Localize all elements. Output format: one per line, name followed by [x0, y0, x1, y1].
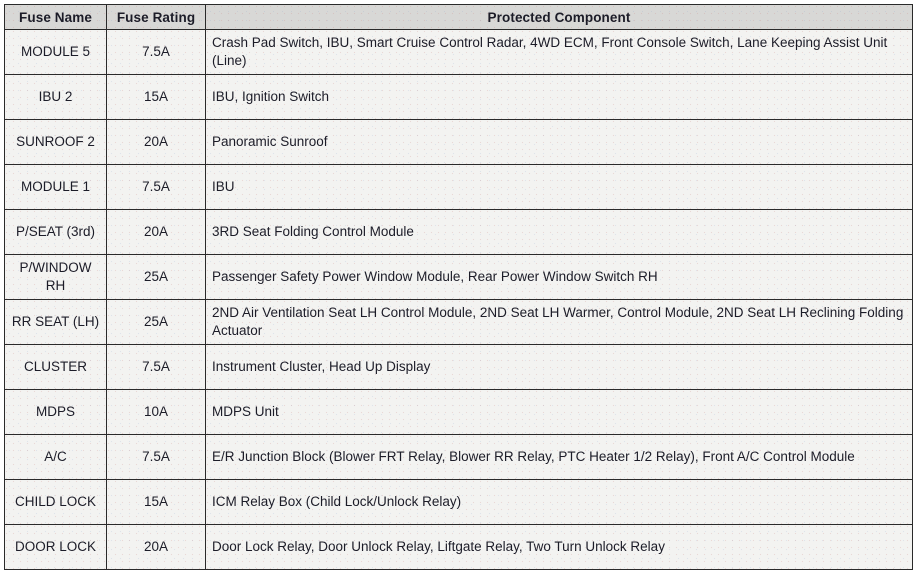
cell-protected_component: MDPS Unit [205, 389, 913, 435]
cell-fuse_rating: 20A [106, 119, 206, 165]
cell-fuse_rating: 25A [106, 299, 206, 345]
cell-fuse_name: SUNROOF 2 [4, 119, 107, 165]
cell-fuse_rating: 7.5A [106, 29, 206, 75]
cell-fuse_name: DOOR LOCK [4, 524, 107, 570]
cell-protected_component: IBU, Ignition Switch [205, 74, 913, 120]
cell-fuse_name: MODULE 5 [4, 29, 107, 75]
fuse-information-table: Fuse Name Fuse Rating Protected Componen… [4, 4, 913, 570]
cell-fuse_rating: 20A [106, 209, 206, 255]
cell-protected_component: IBU [205, 164, 913, 210]
cell-fuse_rating: 7.5A [106, 434, 206, 480]
table-row: CHILD LOCK 15A ICM Relay Box (Child Lock/U… [4, 479, 913, 525]
column-header-protected-component: Protected Component [205, 4, 913, 30]
cell-protected_component: Passenger Safety Power Window Module, Re… [205, 254, 913, 300]
cell-fuse_name: A/C [4, 434, 107, 480]
cell-protected_component: Panoramic Sunroof [205, 119, 913, 165]
cell-fuse_rating: 20A [106, 524, 206, 570]
cell-fuse_name: IBU 2 [4, 74, 107, 120]
table-row: RR SEAT (LH) 25A 2ND Air Ventilation Seat … [4, 299, 913, 345]
table-row: A/C 7.5A E/R Junction Block (Blower FRT Re… [4, 434, 913, 480]
cell-fuse_name: MDPS [4, 389, 107, 435]
table-row: P/WINDOW RH 25A Passenger Safety Power Win… [4, 254, 913, 300]
cell-fuse_rating: 15A [106, 479, 206, 525]
cell-fuse_name: MODULE 1 [4, 164, 107, 210]
cell-fuse_name: RR SEAT (LH) [4, 299, 107, 345]
cell-fuse_rating: 7.5A [106, 164, 206, 210]
table-row: MDPS 10A MDPS Unit [4, 389, 913, 435]
cell-fuse_rating: 25A [106, 254, 206, 300]
column-header-fuse-name: Fuse Name [4, 4, 107, 30]
table-row: SUNROOF 2 20A Panoramic Sunroof [4, 119, 913, 165]
cell-protected_component: Crash Pad Switch, IBU, Smart Cruise Cont… [205, 29, 913, 75]
cell-fuse_rating: 15A [106, 74, 206, 120]
cell-fuse_rating: 7.5A [106, 344, 206, 390]
cell-fuse_rating: 10A [106, 389, 206, 435]
table-row: MODULE 5 7.5A Crash Pad Switch, IBU, Smart… [4, 29, 913, 75]
table-row: IBU 2 15A IBU, Ignition Switch [4, 74, 913, 120]
table-header-row: Fuse Name Fuse Rating Protected Componen… [4, 4, 913, 30]
table-body: MODULE 5 7.5A Crash Pad Switch, IBU, Smart… [4, 29, 913, 570]
table-header: Fuse Name Fuse Rating Protected Componen… [4, 4, 913, 30]
cell-protected_component: E/R Junction Block (Blower FRT Relay, Bl… [205, 434, 913, 480]
column-header-fuse-rating: Fuse Rating [106, 4, 206, 30]
table-row: DOOR LOCK 20A Door Lock Relay, Door Unlock… [4, 524, 913, 570]
fuse-table-container: Fuse Name Fuse Rating Protected Componen… [4, 4, 913, 570]
cell-protected_component: Instrument Cluster, Head Up Display [205, 344, 913, 390]
cell-fuse_name: CHILD LOCK [4, 479, 107, 525]
cell-protected_component: ICM Relay Box (Child Lock/Unlock Relay) [205, 479, 913, 525]
table-row: CLUSTER 7.5A Instrument Cluster, Head Up D… [4, 344, 913, 390]
cell-fuse_name: P/WINDOW RH [4, 254, 107, 300]
cell-protected_component: 2ND Air Ventilation Seat LH Control Modu… [205, 299, 913, 345]
table-row: P/SEAT (3rd) 20A 3RD Seat Folding Control … [4, 209, 913, 255]
cell-fuse_name: P/SEAT (3rd) [4, 209, 107, 255]
table-row: MODULE 1 7.5A IBU [4, 164, 913, 210]
cell-protected_component: 3RD Seat Folding Control Module [205, 209, 913, 255]
cell-fuse_name: CLUSTER [4, 344, 107, 390]
cell-protected_component: Door Lock Relay, Door Unlock Relay, Lift… [205, 524, 913, 570]
